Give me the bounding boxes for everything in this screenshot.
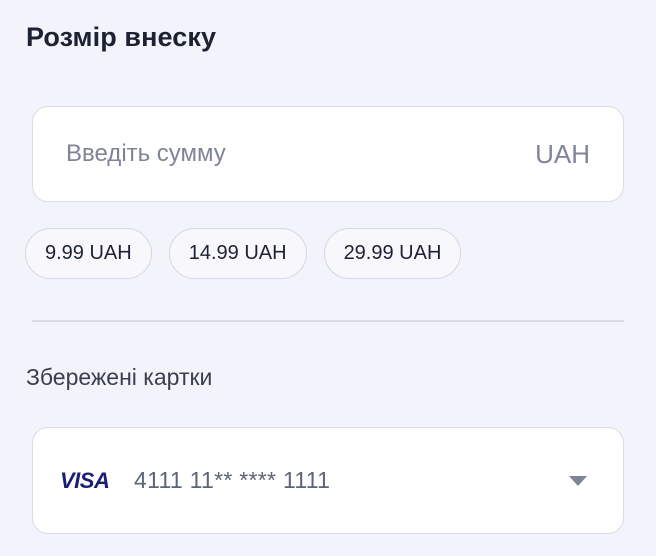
donation-amount-title: Розмір внеску [26,22,217,52]
amount-input[interactable] [66,140,536,168]
visa-logo: VISA [60,467,110,493]
preset-amounts: 9.99 UAH 14.99 UAH 29.99 UAH [25,228,462,279]
amount-field[interactable]: UAH [32,106,624,202]
preset-amount-chip[interactable]: 14.99 UAH [168,228,307,279]
preset-amount-chip[interactable]: 29.99 UAH [323,228,462,279]
saved-card-select[interactable]: VISA 4111 11** **** 1111 [32,427,624,534]
card-number: 4111 11** **** 1111 [134,467,331,493]
donation-form: Розмір внеску UAH 9.99 UAH 14.99 UAH 29.… [0,0,656,556]
chevron-down-icon[interactable] [569,475,587,486]
preset-amount-chip[interactable]: 9.99 UAH [25,228,152,279]
saved-cards-title: Збережені картки [26,364,213,390]
currency-label: UAH [535,138,590,169]
section-divider [32,320,624,322]
